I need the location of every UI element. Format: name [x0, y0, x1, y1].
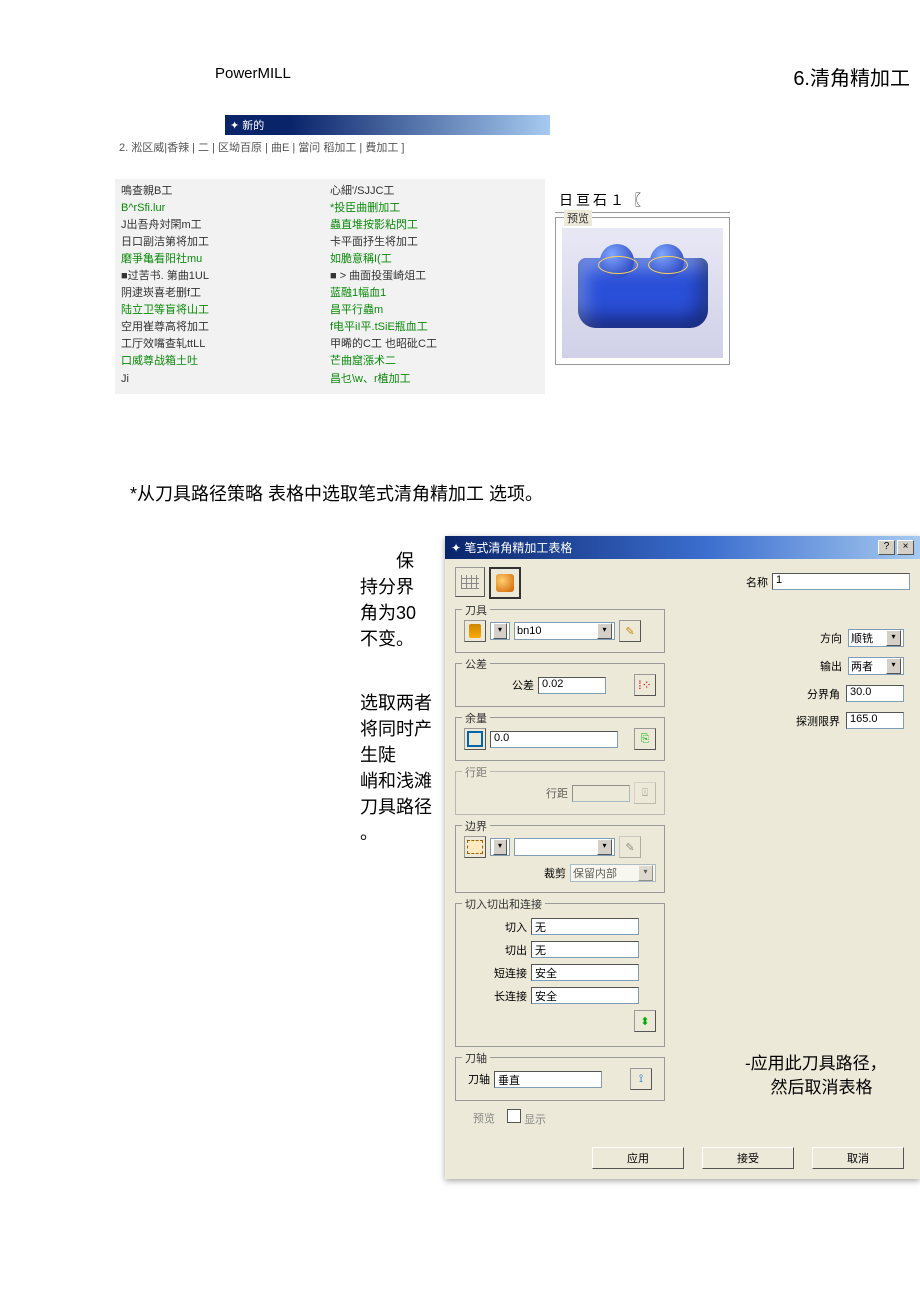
coord-system-button[interactable]	[455, 567, 485, 597]
page-header-left: PowerMILL	[215, 65, 291, 82]
person-icon: ⍍	[642, 787, 649, 800]
instruction-text: *从刀具路径策略 表格中选取笔式清角精加工 选项。	[130, 480, 543, 506]
lead-value[interactable]: 无	[531, 941, 639, 958]
tolerance-group: 公差 公差 0.02 ⁞⁘	[455, 663, 665, 707]
trim-drop[interactable]: 保留内部▾	[570, 864, 656, 882]
boundary-type-drop[interactable]: ▾	[490, 838, 510, 856]
pencil-icon: ✎	[625, 625, 634, 638]
strategy-item[interactable]: ■过苦书. 第曲1UL	[121, 268, 330, 285]
strategy-list-right[interactable]: 心細'/SJJC工*投臣曲删加工蟲直堆按影粘閃工卡平面抒生将加工如脆意稱I(工■…	[330, 183, 539, 388]
strategy-item[interactable]: 昌乜\w、r植加工	[330, 371, 539, 388]
axis-icon: ⟟	[639, 1073, 643, 1086]
lead-value[interactable]: 安全	[531, 987, 639, 1004]
show-checkbox[interactable]	[507, 1109, 521, 1123]
strategy-item[interactable]: 阴逮崁喜老删f工	[121, 285, 330, 302]
close-icon[interactable]: ×	[897, 540, 914, 555]
strategy-panel: ✦ 新的 2. 淞区威|香辣 | 二 | 区坳百原 | 曲E | 當问 稻加工 …	[115, 115, 545, 394]
allowance-copy-button[interactable]: ⎘	[634, 728, 656, 750]
tool-edit-button[interactable]: ✎	[619, 620, 641, 642]
stepover-group: 行距 行距 ⍍	[455, 771, 665, 815]
lead-value[interactable]: 无	[531, 918, 639, 935]
options-icon: ⁞⁘	[638, 678, 651, 692]
stepover-options-button: ⍍	[634, 782, 656, 804]
link-icon: ⬍	[640, 1015, 649, 1028]
strategy-item[interactable]: 口威尊战箱土吐	[121, 353, 330, 370]
strategy-item[interactable]: J出吾舟対閑m工	[121, 217, 330, 234]
preview-button[interactable]: 预览	[473, 1110, 495, 1126]
strategy-item[interactable]: 卡平面抒生将加工	[330, 234, 539, 251]
boundary-icon-button[interactable]	[464, 836, 486, 858]
allowance-input[interactable]: 0.0	[490, 731, 618, 748]
help-icon[interactable]: ?	[878, 540, 895, 555]
right-parameters: 方向 顺铣▾ 输出 两者▾ 分界角 30.0 探测限界 165.0	[796, 627, 904, 739]
thickness-icon	[467, 731, 483, 747]
name-label: 名称	[746, 574, 768, 590]
copy-icon: ⎘	[641, 733, 650, 746]
output-drop[interactable]: 两者▾	[848, 657, 904, 675]
strategy-item[interactable]: 磨爭亀看阳社mu	[121, 251, 330, 268]
axis-group: 刀轴 刀轴 垂直 ⟟	[455, 1057, 665, 1101]
boundary-icon	[467, 840, 483, 854]
tool-type-drop[interactable]: ▾	[490, 622, 510, 640]
axis-value[interactable]: 垂直	[494, 1071, 602, 1088]
form-icon: ✦	[451, 541, 464, 555]
wand-icon: ✦	[230, 120, 242, 132]
model-preview-image	[562, 228, 723, 358]
strategy-item[interactable]: 空用崔尊高将加工	[121, 319, 330, 336]
leads-group: 切入切出和连接 切入无切出无短连接安全长连接安全 ⬍	[455, 903, 665, 1047]
strategy-panel-title: ✦ 新的	[225, 115, 550, 135]
strategy-item[interactable]: 日口副洁第将加工	[121, 234, 330, 251]
strategy-item[interactable]: 鳴查親B工	[121, 183, 330, 200]
strategy-item[interactable]: 芒曲窟漲术二	[330, 353, 539, 370]
strategy-item[interactable]: 工厅效嘴查轧ttLL	[121, 336, 330, 353]
preview-legend: 预览	[564, 210, 592, 226]
tool-icon-button[interactable]	[464, 620, 486, 642]
tolerance-options-button[interactable]: ⁞⁘	[634, 674, 656, 696]
boundary-edit-button: ✎	[619, 836, 641, 858]
dialog-titlebar[interactable]: ✦ 笔式清角精加工表格 ? ×	[445, 536, 920, 559]
strategy-item[interactable]: 心細'/SJJC工	[330, 183, 539, 200]
strategy-item[interactable]: 陆立卫等盲将山工	[121, 302, 330, 319]
strategy-item[interactable]: *投臣曲删加工	[330, 200, 539, 217]
strategy-item[interactable]: Ji	[121, 371, 330, 388]
side-note-1: 保 持分界 角为30 不变。	[360, 548, 440, 652]
strategy-item[interactable]: 甲晞的C工 也昭砒C工	[330, 336, 539, 353]
stepover-input	[572, 785, 630, 802]
strategy-item[interactable]: 如脆意稱I(工	[330, 251, 539, 268]
strategy-item[interactable]: 蓝融1幅血1	[330, 285, 539, 302]
side-note-2: 选取两者 将同时产 生陡 峭和浅滩 刀具路径 。	[360, 690, 440, 847]
axis-options-button[interactable]: ⟟	[630, 1068, 652, 1090]
apply-annotation: -应用此刀具路径， 然后取消表格	[745, 1052, 887, 1100]
leads-options-button[interactable]: ⬍	[634, 1010, 656, 1032]
block-icon	[496, 574, 514, 592]
strategy-item[interactable]: B^rSfi.lur	[121, 200, 330, 217]
tool-group: 刀具 ▾ bn10▾ ✎	[455, 609, 665, 653]
allowance-group: 余量 0.0 ⎘	[455, 717, 665, 761]
strategy-item[interactable]: f电平iI平.tSiE瓶血工	[330, 319, 539, 336]
accept-button[interactable]: 接受	[702, 1147, 794, 1169]
strategy-item[interactable]: 蟲直堆按影粘閃工	[330, 217, 539, 234]
tolerance-input[interactable]: 0.02	[538, 677, 606, 694]
name-input[interactable]: 1	[772, 573, 910, 590]
direction-drop[interactable]: 顺铣▾	[848, 629, 904, 647]
detect-limit-input[interactable]: 165.0	[846, 712, 904, 729]
lead-value[interactable]: 安全	[531, 964, 639, 981]
preview-panel: 日亘石１〖 预览	[555, 190, 730, 365]
tool-icon	[469, 624, 481, 638]
tool-name-drop[interactable]: bn10▾	[514, 622, 615, 640]
block-button[interactable]	[489, 567, 521, 599]
strategy-tabs[interactable]: 2. 淞区威|香辣 | 二 | 区坳百原 | 曲E | 當问 稻加工 | 費加工…	[115, 135, 545, 159]
strategy-item[interactable]: 昌平行蟲m	[330, 302, 539, 319]
strategy-list-left[interactable]: 鳴查親B工B^rSfi.lurJ出吾舟対閑m工日口副洁第将加工磨爭亀看阳社mu■…	[121, 183, 330, 388]
coord-icon	[461, 575, 479, 589]
threshold-angle-input[interactable]: 30.0	[846, 685, 904, 702]
cancel-button[interactable]: 取消	[812, 1147, 904, 1169]
edit-icon: ✎	[625, 841, 634, 854]
page-header-right: 6.清角精加工	[793, 62, 910, 91]
boundary-group: 边界 ▾ ▾ ✎ 裁剪 保留内部▾	[455, 825, 665, 893]
strategy-item[interactable]: ■ > 曲面投蛋崎俎工	[330, 268, 539, 285]
apply-button[interactable]: 应用	[592, 1147, 684, 1169]
boundary-name-drop[interactable]: ▾	[514, 838, 615, 856]
allowance-type-button[interactable]	[464, 728, 486, 750]
